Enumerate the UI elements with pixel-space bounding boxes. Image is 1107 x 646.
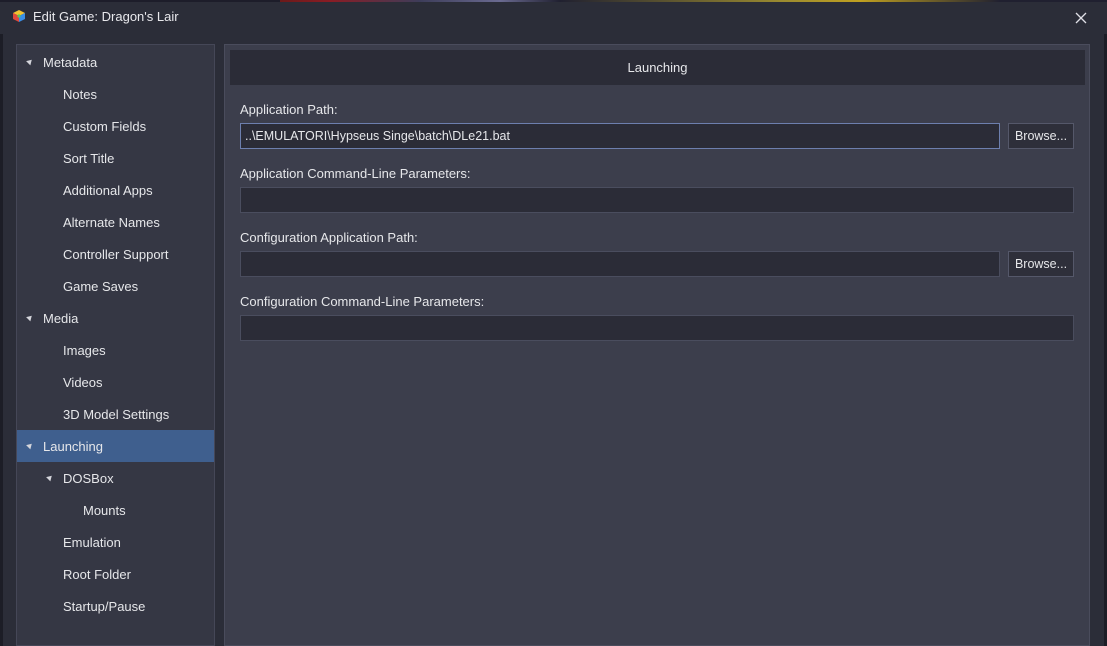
app-path-browse-button[interactable]: Browse...	[1008, 123, 1074, 149]
sidebar-item-mounts[interactable]: Mounts	[17, 494, 214, 526]
app-params-input[interactable]	[240, 187, 1074, 213]
expand-arrow-icon[interactable]	[26, 441, 34, 450]
cube-colorful-icon	[13, 10, 25, 22]
window-border-left	[0, 34, 3, 646]
sidebar-item-label: DOSBox	[63, 470, 114, 486]
sidebar-item-sort-title[interactable]: Sort Title	[17, 142, 214, 174]
sidebar-item-notes[interactable]: Notes	[17, 78, 214, 110]
sidebar-item-videos[interactable]: Videos	[17, 366, 214, 398]
app-path-input[interactable]	[240, 123, 1000, 149]
title-bar: Edit Game: Dragon's Lair	[0, 2, 1107, 34]
section-header: Launching	[230, 50, 1085, 85]
sidebar-item-additional-apps[interactable]: Additional Apps	[17, 174, 214, 206]
close-button[interactable]	[1069, 7, 1093, 29]
launching-panel: Launching Application Path: Browse... Ap…	[224, 44, 1090, 646]
sidebar-item-label: Root Folder	[63, 566, 131, 582]
expand-arrow-icon[interactable]	[26, 57, 34, 66]
sidebar-item-emulation[interactable]: Emulation	[17, 526, 214, 558]
config-params-input[interactable]	[240, 315, 1074, 341]
sidebar-item-label: 3D Model Settings	[63, 406, 170, 422]
sidebar-item-label: Emulation	[63, 534, 121, 550]
sidebar-item-startup-pause[interactable]: Startup/Pause	[17, 590, 214, 622]
config-path-input[interactable]	[240, 251, 1000, 277]
sidebar-item-label: Metadata	[43, 54, 98, 70]
sidebar-item-label: Startup/Pause	[63, 598, 146, 614]
sidebar-item-label: Sort Title	[63, 150, 115, 166]
window-title: Edit Game: Dragon's Lair	[33, 9, 179, 24]
expand-arrow-icon[interactable]	[46, 473, 54, 482]
sidebar-item-root-folder[interactable]: Root Folder	[17, 558, 214, 590]
sidebar-item-metadata[interactable]: Metadata	[17, 46, 214, 78]
sidebar-item-images[interactable]: Images	[17, 334, 214, 366]
sidebar-item-custom-fields[interactable]: Custom Fields	[17, 110, 214, 142]
sidebar-item-label: Media	[43, 310, 79, 326]
sidebar-item-label: Mounts	[83, 502, 126, 518]
sidebar-item-game-saves[interactable]: Game Saves	[17, 270, 214, 302]
sidebar-item-label: Controller Support	[63, 246, 169, 262]
app-path-label: Application Path:	[240, 102, 338, 117]
sidebar-item-controller-support[interactable]: Controller Support	[17, 238, 214, 270]
sidebar-item-label: Game Saves	[63, 278, 139, 294]
sidebar-item-label: Launching	[43, 438, 103, 454]
sidebar-item-label: Videos	[63, 374, 103, 390]
config-params-label: Configuration Command-Line Parameters:	[240, 294, 485, 309]
sidebar-item-label: Additional Apps	[63, 182, 153, 198]
sidebar-tree: Metadata Notes Custom Fields Sort Title …	[16, 44, 215, 646]
sidebar-item-3d-model-settings[interactable]: 3D Model Settings	[17, 398, 214, 430]
config-path-label: Configuration Application Path:	[240, 230, 418, 245]
close-icon	[1075, 12, 1087, 24]
config-path-browse-button[interactable]: Browse...	[1008, 251, 1074, 277]
sidebar-item-media[interactable]: Media	[17, 302, 214, 334]
sidebar-item-label: Alternate Names	[63, 214, 160, 230]
sidebar-item-alternate-names[interactable]: Alternate Names	[17, 206, 214, 238]
expand-arrow-icon[interactable]	[26, 313, 34, 322]
sidebar-item-launching[interactable]: Launching	[17, 430, 214, 462]
sidebar-item-dosbox[interactable]: DOSBox	[17, 462, 214, 494]
section-title: Launching	[627, 60, 688, 75]
sidebar-item-label: Notes	[63, 86, 97, 102]
sidebar-item-label: Images	[63, 342, 106, 358]
app-params-label: Application Command-Line Parameters:	[240, 166, 471, 181]
sidebar-item-label: Custom Fields	[63, 118, 147, 134]
